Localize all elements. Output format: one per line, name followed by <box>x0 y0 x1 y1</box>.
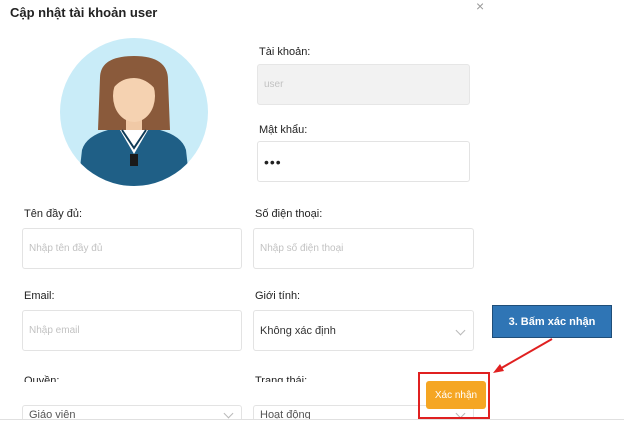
callout-arrow-icon <box>493 338 553 373</box>
